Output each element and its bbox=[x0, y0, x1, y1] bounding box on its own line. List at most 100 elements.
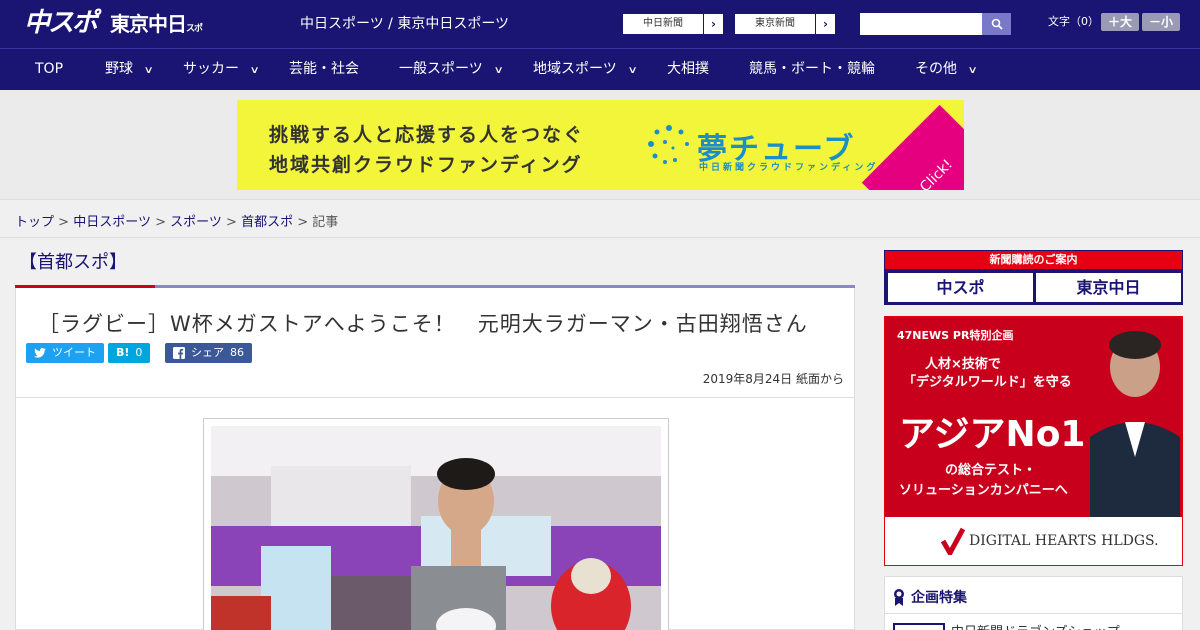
nav-label: 野球 bbox=[105, 61, 133, 77]
article-photo[interactable] bbox=[211, 426, 661, 630]
breadcrumb-separator: > bbox=[226, 215, 237, 230]
ad-big: アジアNo1 bbox=[899, 414, 1086, 455]
font-larger-button[interactable]: ＋大 bbox=[1101, 13, 1139, 31]
breadcrumb-top[interactable]: トップ bbox=[15, 215, 54, 230]
breadcrumb-separator: > bbox=[58, 215, 70, 230]
chevron-down-icon: ∨ bbox=[493, 65, 504, 76]
facebook-label: シェア bbox=[191, 346, 224, 359]
hatena-bookmark-button[interactable]: B! 0 bbox=[108, 343, 151, 363]
article-headline: ［ラグビー］W杯メガストアへようこそ！ 元明大ラガーマン・古田翔悟さん bbox=[38, 312, 808, 336]
subscription-box: 新聞購読のご案内 中スポ 東京中日 bbox=[884, 250, 1183, 305]
banner-line1: 挑戦する人と応援する人をつなぐ bbox=[269, 124, 585, 146]
feature-link[interactable]: 中日新聞ドラゴンズショップ bbox=[951, 621, 1120, 630]
banner-line2: 地域共創クラウドファンディング bbox=[269, 154, 583, 176]
person-photo bbox=[1090, 331, 1180, 517]
section-title: 【首都スポ】 bbox=[15, 250, 155, 288]
article-header-card: ［ラグビー］W杯メガストアへようこそ！ 元明大ラガーマン・古田翔悟さん ツイート… bbox=[15, 288, 855, 398]
breadcrumb-shuto-spo[interactable]: 首都スポ bbox=[241, 215, 293, 230]
breadcrumb-sports[interactable]: スポーツ bbox=[170, 215, 222, 230]
search-button[interactable] bbox=[982, 13, 1011, 35]
nav-item-keiba[interactable]: 競馬・ボート・競輪 bbox=[749, 49, 875, 90]
font-smaller-button[interactable]: －小 bbox=[1142, 13, 1180, 31]
nav-item-sumo[interactable]: 大相撲 bbox=[667, 49, 709, 90]
subscription-heading: 新聞購読のご案内 bbox=[885, 251, 1182, 269]
digital-hearts-ad[interactable]: 47NEWS PR特別企画 人材×技術で 「デジタルワールド」を守る アジアNo… bbox=[884, 316, 1183, 566]
feature-thumbnail[interactable] bbox=[893, 623, 945, 630]
breadcrumb-bar: トップ > 中日スポーツ > スポーツ > 首都スポ > 記事 bbox=[0, 200, 1200, 238]
yume-tube-banner[interactable]: 挑戦する人と応援する人をつなぐ 地域共創クラウドファンディング 夢チューブ 中日… bbox=[237, 100, 964, 190]
nav-item-baseball[interactable]: 野球 ∨ bbox=[105, 49, 154, 90]
nav-item-local-sports[interactable]: 地域スポーツ ∨ bbox=[533, 49, 638, 90]
special-features-heading: 企画特集 bbox=[893, 587, 967, 607]
ad-tag: 47NEWS PR特別企画 bbox=[897, 329, 1014, 342]
chuspo-logo[interactable]: 中スポ bbox=[24, 8, 102, 38]
nav-item-soccer[interactable]: サッカー ∨ bbox=[183, 49, 260, 90]
chevron-down-icon: ∨ bbox=[249, 65, 260, 76]
nav-label: その他 bbox=[915, 61, 957, 77]
facebook-icon bbox=[173, 347, 185, 359]
ad-bottom: DIGITAL HEARTS HLDGS. bbox=[885, 517, 1182, 565]
breadcrumb: トップ > 中日スポーツ > スポーツ > 首都スポ > 記事 bbox=[15, 211, 338, 230]
nav-item-other[interactable]: その他 ∨ bbox=[915, 49, 978, 90]
article-body bbox=[15, 398, 855, 630]
tokyo-shimbun-button[interactable]: 東京新聞 › bbox=[734, 13, 836, 35]
dots-logo-icon bbox=[648, 125, 689, 164]
nav-label: 大相撲 bbox=[667, 61, 709, 77]
chuspo-subscribe-link[interactable]: 中スポ bbox=[888, 273, 1033, 302]
breadcrumb-separator: > bbox=[297, 215, 309, 230]
nav-label: 一般スポーツ bbox=[399, 61, 483, 77]
ad-line1: 人材×技術で bbox=[925, 357, 1001, 372]
font-size-label: 文字（0） bbox=[1048, 15, 1099, 28]
top-header: 中スポ 東京中日スポーツ 中日スポーツ / 東京中日スポーツ 中日新聞 › 東京… bbox=[0, 0, 1200, 65]
breadcrumb-current: 記事 bbox=[312, 215, 339, 230]
hatena-icon: B! bbox=[116, 346, 130, 359]
article-photo-frame bbox=[203, 418, 669, 630]
hatena-count: 0 bbox=[135, 346, 143, 359]
search-icon bbox=[991, 18, 1003, 30]
click-corner bbox=[861, 104, 964, 190]
breadcrumb-separator: > bbox=[155, 215, 166, 230]
ad-brand: DIGITAL HEARTS HLDGS. bbox=[969, 533, 1159, 549]
facebook-share-button[interactable]: シェア 86 bbox=[165, 343, 252, 363]
article-dateline: 2019年8月24日 紙面から bbox=[702, 372, 844, 386]
chevron-down-icon: ∨ bbox=[967, 65, 978, 76]
banner-area: 挑戦する人と応援する人をつなぐ 地域共創クラウドファンディング 夢チューブ 中日… bbox=[0, 90, 1200, 200]
search-form bbox=[860, 13, 1011, 35]
tokyo-chunichi-logo[interactable]: 東京中日スポーツ bbox=[110, 11, 210, 65]
chevron-right-icon: › bbox=[703, 14, 723, 34]
ad-line2: 「デジタルワールド」を守る bbox=[903, 375, 1072, 390]
award-ribbon-icon bbox=[894, 589, 904, 606]
chevron-down-icon: ∨ bbox=[143, 65, 154, 76]
tokyo-chunichi-subscribe-link[interactable]: 東京中日 bbox=[1036, 273, 1181, 302]
breadcrumb-chunichi-sports[interactable]: 中日スポーツ bbox=[73, 215, 151, 230]
banner-sub: 中日新聞クラウドファンディング bbox=[699, 163, 879, 173]
main-nav: TOP 野球 ∨ サッカー ∨ 芸能・社会 一般スポーツ ∨ 地域スポーツ ∨ 大相撲 … bbox=[0, 48, 1200, 90]
tokyo-logo-text: 東京中日 bbox=[110, 12, 187, 36]
facebook-count: 86 bbox=[230, 346, 244, 359]
search-input[interactable] bbox=[860, 13, 982, 35]
chunichi-shimbun-label: 中日新聞 bbox=[643, 18, 683, 29]
special-features-box: 企画特集 中日新聞ドラゴンズショップ bbox=[884, 576, 1183, 630]
ad-top: 47NEWS PR特別企画 人材×技術で 「デジタルワールド」を守る アジアNo… bbox=[885, 317, 1182, 517]
nav-label: TOP bbox=[35, 61, 64, 77]
nav-item-top[interactable]: TOP bbox=[35, 49, 63, 90]
chunichi-shimbun-button[interactable]: 中日新聞 › bbox=[622, 13, 724, 35]
nav-label: サッカー bbox=[183, 61, 239, 77]
chevron-down-icon: ∨ bbox=[627, 65, 638, 76]
photo-illustration bbox=[211, 426, 661, 630]
tokyo-shimbun-label: 東京新聞 bbox=[755, 18, 795, 29]
nav-label: 地域スポーツ bbox=[533, 61, 617, 77]
ad-line4: ソリューションカンパニーへ bbox=[899, 483, 1068, 498]
twitter-icon bbox=[34, 348, 46, 358]
nav-label: 芸能・社会 bbox=[289, 61, 359, 77]
nav-item-general-sports[interactable]: 一般スポーツ ∨ bbox=[399, 49, 504, 90]
ad-line3: の総合テスト・ bbox=[945, 463, 1037, 478]
site-title: 中日スポーツ / 東京中日スポーツ bbox=[300, 16, 510, 32]
nav-label: 競馬・ボート・競輪 bbox=[749, 61, 875, 77]
special-features-label: 企画特集 bbox=[911, 590, 967, 606]
divider bbox=[885, 613, 1182, 614]
nav-item-entertainment[interactable]: 芸能・社会 bbox=[289, 49, 359, 90]
tweet-label: ツイート bbox=[52, 346, 96, 359]
tweet-button[interactable]: ツイート bbox=[26, 343, 104, 363]
chevron-right-icon: › bbox=[815, 14, 835, 34]
